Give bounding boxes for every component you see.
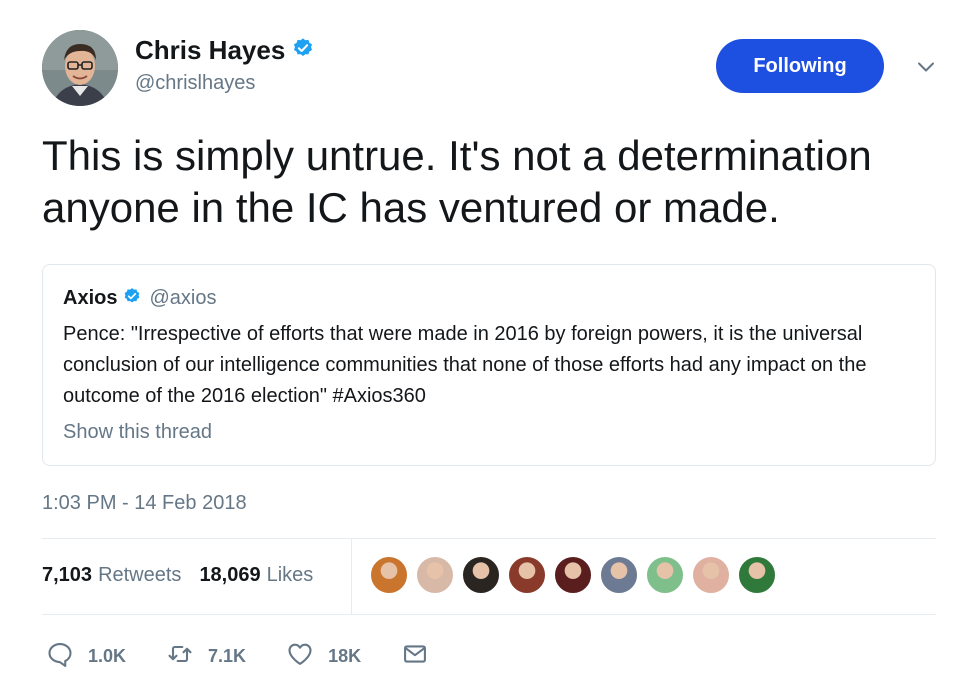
- likes-stat[interactable]: 18,069 Likes: [199, 564, 313, 587]
- like-count: 18K: [328, 646, 362, 666]
- retweet-count: 7.1K: [208, 646, 247, 666]
- quoted-author-name: Axios: [63, 287, 118, 309]
- show-thread-link[interactable]: Show this thread: [63, 421, 212, 444]
- retweets-label: Retweets: [98, 564, 182, 586]
- author-handle[interactable]: @chrislhayes: [135, 72, 255, 95]
- reply-button[interactable]: 1.0K: [46, 640, 126, 673]
- divider: [42, 614, 936, 615]
- reply-count: 1.0K: [88, 646, 127, 666]
- liker-avatar[interactable]: [738, 556, 776, 594]
- retweets-count: 7,103: [42, 564, 93, 586]
- liker-avatar[interactable]: [600, 556, 638, 594]
- quoted-tweet-header: Axios @axios: [63, 287, 216, 310]
- chevron-down-icon[interactable]: [914, 55, 938, 79]
- heart-icon: [286, 640, 314, 673]
- envelope-icon: [401, 640, 429, 673]
- tweet-stats: 7,103 Retweets 18,069 Likes: [42, 564, 313, 587]
- like-button[interactable]: 18K: [286, 640, 361, 673]
- liker-avatar[interactable]: [554, 556, 592, 594]
- verified-badge-icon: [292, 37, 314, 64]
- stats-separator: [351, 538, 352, 614]
- divider: [42, 538, 936, 539]
- author-display-name[interactable]: Chris Hayes: [135, 33, 285, 67]
- author-avatar[interactable]: [42, 30, 118, 106]
- author-name-row[interactable]: Chris Hayes: [135, 33, 314, 67]
- likes-count: 18,069: [199, 564, 261, 586]
- author-photo: [42, 30, 118, 106]
- liker-avatar[interactable]: [370, 556, 408, 594]
- tweet-timestamp[interactable]: 1:03 PM - 14 Feb 2018: [42, 492, 247, 515]
- liker-avatar[interactable]: [416, 556, 454, 594]
- retweets-stat[interactable]: 7,103 Retweets: [42, 564, 181, 587]
- liker-avatar[interactable]: [692, 556, 730, 594]
- following-button[interactable]: Following: [716, 39, 884, 93]
- retweet-icon: [166, 640, 194, 673]
- likes-label: Likes: [266, 564, 314, 586]
- quoted-tweet-card[interactable]: Axios @axios Pence: "Irrespective of eff…: [42, 264, 936, 466]
- liker-avatar[interactable]: [646, 556, 684, 594]
- tweet-text: This is simply untrue. It's not a determ…: [42, 132, 872, 231]
- direct-message-button[interactable]: [401, 640, 429, 673]
- liker-avatar[interactable]: [462, 556, 500, 594]
- quoted-tweet-text: Pence: "Irrespective of efforts that wer…: [63, 323, 867, 407]
- reply-icon: [46, 640, 74, 673]
- quoted-author-handle: @axios: [149, 287, 217, 309]
- verified-badge-icon: [123, 287, 141, 310]
- liker-avatars: [370, 556, 776, 594]
- tweet-actions: 1.0K 7.1K 18K: [46, 640, 429, 673]
- retweet-button[interactable]: 7.1K: [166, 640, 246, 673]
- liker-avatar[interactable]: [508, 556, 546, 594]
